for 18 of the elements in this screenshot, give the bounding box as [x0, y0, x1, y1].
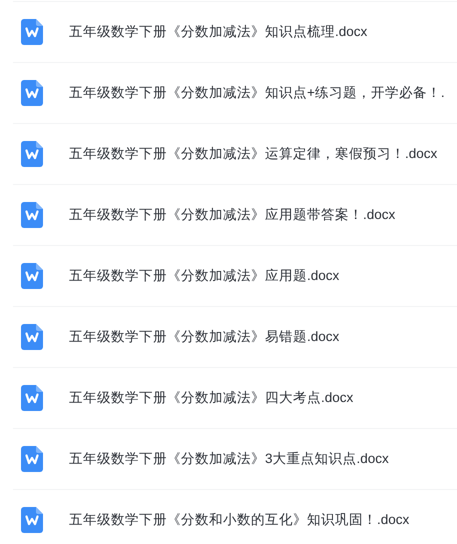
document-icon [21, 324, 43, 350]
file-name[interactable]: 五年级数学下册《分数和小数的互化》知识巩固！.docx [69, 511, 410, 529]
file-name[interactable]: 五年级数学下册《分数加减法》应用题带答案！.docx [69, 206, 396, 224]
document-icon [21, 507, 43, 533]
file-name[interactable]: 五年级数学下册《分数加减法》易错题.docx [69, 328, 340, 346]
file-name[interactable]: 五年级数学下册《分数加减法》3大重点知识点.docx [69, 450, 389, 468]
document-icon [21, 385, 43, 411]
file-name[interactable]: 五年级数学下册《分数加减法》知识点梳理.docx [69, 23, 368, 41]
document-icon [21, 202, 43, 228]
document-icon [21, 446, 43, 472]
document-icon [21, 263, 43, 289]
file-name[interactable]: 五年级数学下册《分数加减法》运算定律，寒假预习！.docx [69, 145, 438, 163]
document-icon [21, 80, 43, 106]
document-icon [21, 19, 43, 45]
file-name[interactable]: 五年级数学下册《分数加减法》四大考点.docx [69, 389, 354, 407]
document-icon [21, 141, 43, 167]
file-name[interactable]: 五年级数学下册《分数加减法》应用题.docx [69, 267, 340, 285]
file-name[interactable]: 五年级数学下册《分数加减法》知识点+练习题，开学必备！. [69, 84, 445, 102]
